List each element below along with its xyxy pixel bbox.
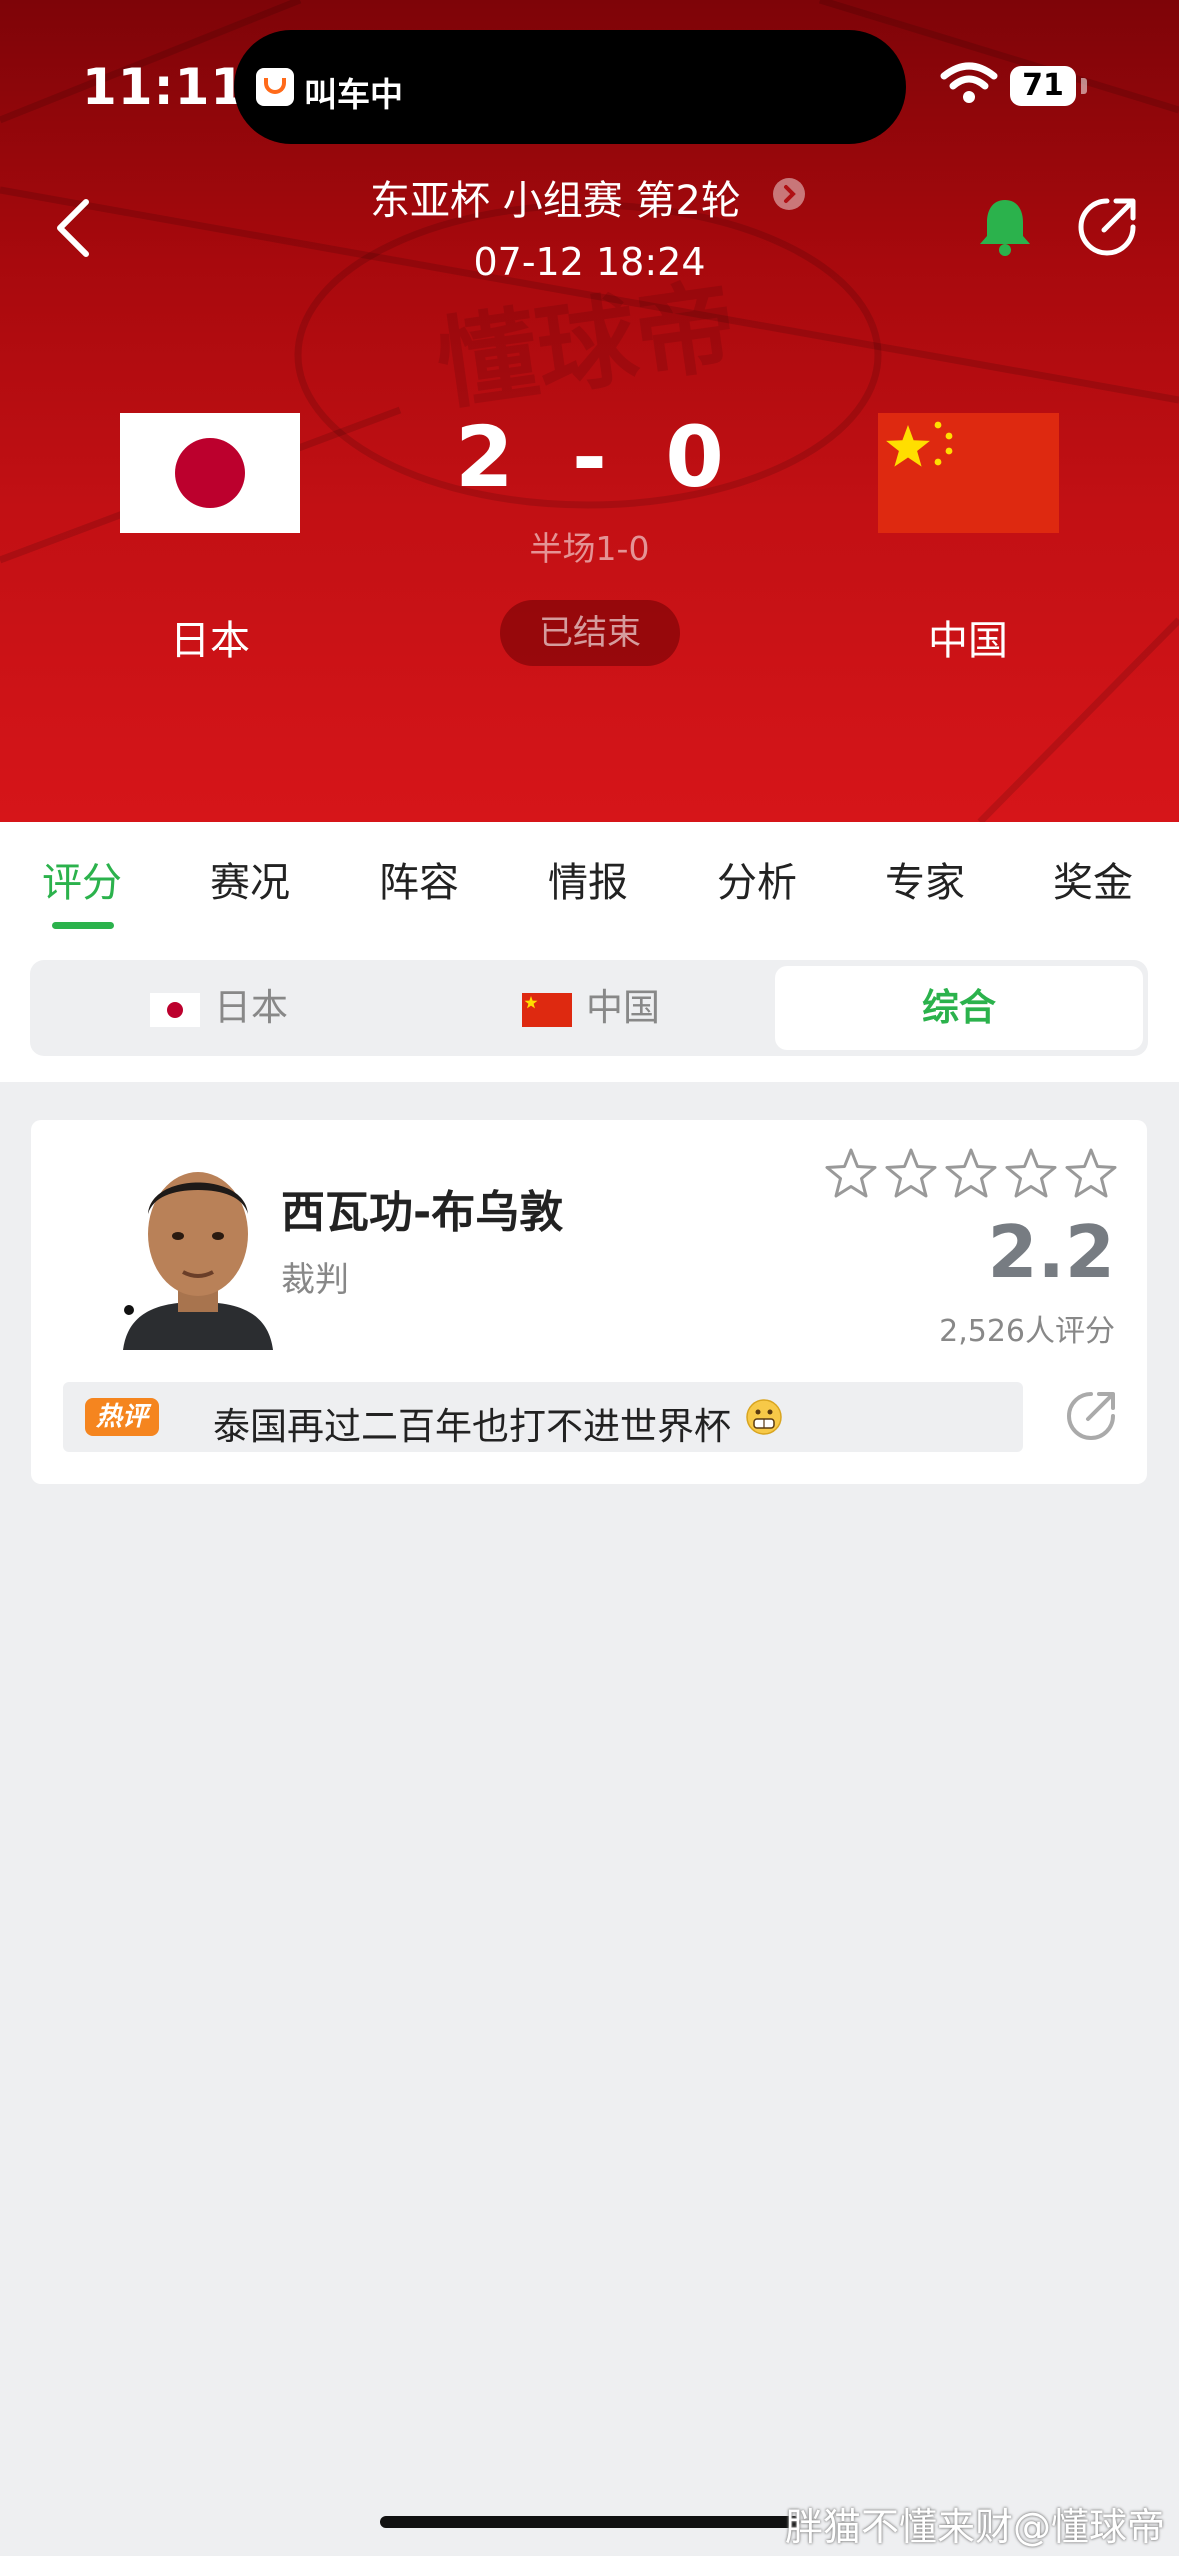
rating-card[interactable]: 西瓦功-布乌敦 裁判 2.2 2,526人评分 热评 泰国再过二百年也打不进世界… xyxy=(31,1120,1147,1484)
rating-count: 2,526人评分 xyxy=(939,1314,1115,1349)
star-outline-icon xyxy=(1065,1148,1117,1198)
tab-live[interactable]: 赛况 xyxy=(210,850,290,908)
match-status-badge: 已结束 xyxy=(500,600,680,666)
home-indicator[interactable] xyxy=(380,2516,800,2528)
tab-experts[interactable]: 专家 xyxy=(885,850,965,908)
referee-name: 西瓦功-布乌敦 xyxy=(281,1187,564,1238)
segment-away-label: 中国 xyxy=(586,986,660,1029)
tab-prize[interactable]: 奖金 xyxy=(1053,850,1133,908)
tab-rating[interactable]: 评分 xyxy=(42,850,122,908)
halftime-score: 半场1-0 xyxy=(529,529,650,568)
referee-avatar[interactable] xyxy=(103,1152,293,1350)
star-rating-input[interactable] xyxy=(825,1146,1123,1202)
away-team-name[interactable]: 中国 xyxy=(848,608,1088,666)
notification-bell-icon[interactable] xyxy=(976,196,1034,258)
star-outline-icon xyxy=(885,1148,937,1198)
tab-analysis[interactable]: 分析 xyxy=(717,850,797,908)
hot-comment[interactable]: 热评 泰国再过二百年也打不进世界杯 xyxy=(63,1382,1023,1452)
hot-comment-badge: 热评 xyxy=(85,1398,159,1436)
match-score: 2 - 0 xyxy=(455,408,724,506)
team-segmented-control: 日本 中国 综合 xyxy=(30,960,1148,1056)
star-outline-icon xyxy=(945,1148,997,1198)
watermark-text: 胖猫不懂来财@懂球帝 xyxy=(784,2505,1165,2549)
home-mini-flag xyxy=(150,992,200,1027)
share-icon[interactable] xyxy=(1065,1390,1117,1442)
share-icon[interactable] xyxy=(1076,196,1138,258)
tab-bar: 评分 赛况 阵容 情报 分析 专家 奖金 xyxy=(0,822,1179,931)
away-mini-flag xyxy=(522,992,572,1027)
segment-overall[interactable]: 综合 xyxy=(775,966,1143,1050)
wifi-icon xyxy=(940,62,998,103)
header-watermark-logo: 懂球帝 xyxy=(430,267,743,425)
segment-away[interactable]: 中国 xyxy=(522,960,660,1056)
battery-icon: 71 xyxy=(1010,66,1076,106)
team-filter-bar: 日本 中国 综合 xyxy=(0,930,1179,1082)
battery-cap xyxy=(1081,78,1087,94)
match-title[interactable]: 东亚杯 小组赛 第2轮 xyxy=(370,168,741,226)
tab-intel[interactable]: 情报 xyxy=(548,850,628,908)
star-outline-icon xyxy=(1005,1148,1057,1198)
segment-home-label: 日本 xyxy=(214,986,288,1029)
grimace-emoji-icon xyxy=(746,1399,782,1435)
segment-home[interactable]: 日本 xyxy=(150,960,288,1056)
referee-role: 裁判 xyxy=(281,1260,349,1300)
live-activity-text: 叫车中 xyxy=(304,75,403,114)
match-header: 懂球帝 11:11 叫车中 71 东亚杯 小组赛 第2轮 07-12 18:24… xyxy=(0,0,1179,822)
hot-comment-text: 泰国再过二百年也打不进世界杯 xyxy=(213,1405,731,1448)
ride-app-icon xyxy=(256,68,294,106)
home-team-name[interactable]: 日本 xyxy=(90,608,330,666)
star-outline-icon xyxy=(825,1148,877,1198)
status-time: 11:11 xyxy=(82,58,247,116)
chevron-right-icon[interactable] xyxy=(773,178,805,210)
average-rating: 2.2 xyxy=(987,1210,1115,1294)
active-tab-indicator xyxy=(52,922,114,929)
tab-lineup[interactable]: 阵容 xyxy=(379,850,459,908)
